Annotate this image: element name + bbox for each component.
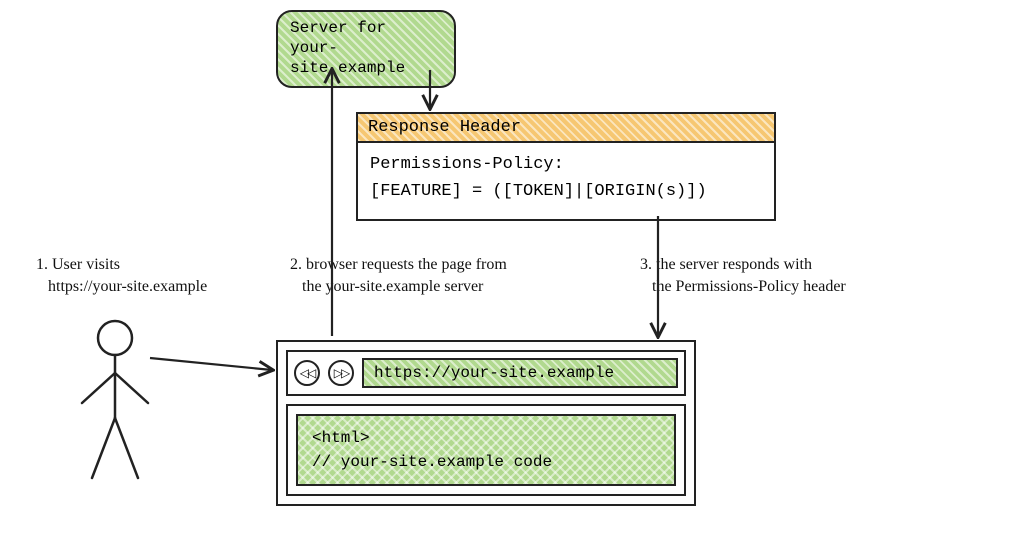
code-line1: <html> — [312, 426, 660, 450]
step-1-caption: 1. User visits https://your-site.example — [36, 254, 207, 297]
response-header-body: Permissions-Policy: [FEATURE] = ([TOKEN]… — [358, 143, 774, 219]
browser-viewport: <html> // your-site.example code — [286, 404, 686, 496]
forward-icon: ▷▷ — [334, 366, 348, 380]
step-2-caption: 2. browser requests the page from the yo… — [290, 254, 507, 297]
user-figure — [70, 318, 160, 488]
response-header-box: Response Header Permissions-Policy: [FEA… — [356, 112, 776, 221]
permissions-policy-diagram: Server for your-site.example Response He… — [0, 0, 1012, 538]
browser-toolbar: ◁◁ ▷▷ https://your-site.example — [286, 350, 686, 396]
address-bar[interactable]: https://your-site.example — [362, 358, 678, 388]
server-box: Server for your-site.example — [276, 10, 456, 88]
response-header-title: Response Header — [358, 114, 774, 143]
browser-window: ◁◁ ▷▷ https://your-site.example <html> /… — [276, 340, 696, 506]
back-button[interactable]: ◁◁ — [294, 360, 320, 386]
forward-button[interactable]: ▷▷ — [328, 360, 354, 386]
arrow-user-to-browser — [150, 358, 272, 370]
response-line1: Permissions-Policy: — [370, 151, 762, 178]
back-icon: ◁◁ — [300, 366, 314, 380]
code-line2: // your-site.example code — [312, 450, 660, 474]
address-bar-text: https://your-site.example — [374, 364, 614, 382]
server-line1: Server for — [290, 18, 442, 38]
page-code-block: <html> // your-site.example code — [296, 414, 676, 486]
step-3-caption: 3. the server responds with the Permissi… — [640, 254, 846, 297]
server-line2: your-site.example — [290, 38, 442, 78]
response-line2: [FEATURE] = ([TOKEN]|[ORIGIN(s)]) — [370, 178, 762, 205]
